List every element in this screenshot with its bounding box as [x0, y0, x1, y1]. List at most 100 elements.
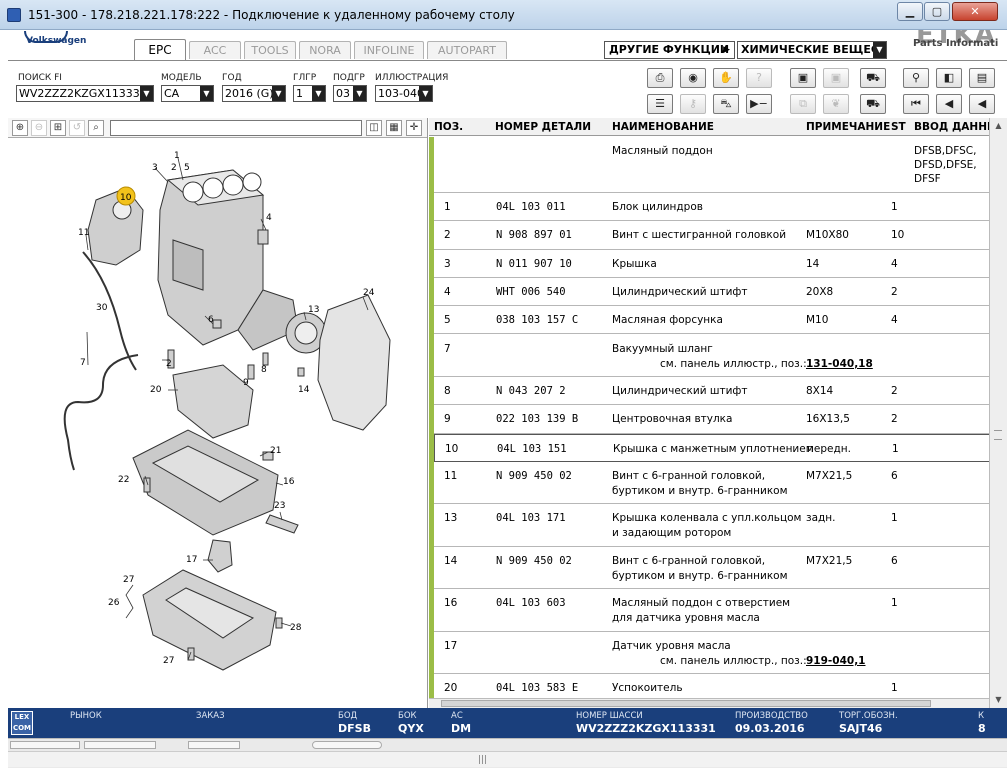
scroll-thumb[interactable]: [441, 700, 931, 707]
col-note[interactable]: ПРИМЕЧАНИЕ: [806, 121, 890, 133]
tab-tools[interactable]: TOOLS: [244, 41, 296, 59]
pin-button[interactable]: ⚲: [903, 68, 929, 88]
illustration-search-field[interactable]: [110, 120, 362, 136]
main-group-select[interactable]: 1 ▼: [293, 85, 326, 102]
col-pos[interactable]: ПОЗ.: [434, 121, 463, 133]
table-row[interactable]: 9 022 103 139 B Центровочная втулка 16X13,5…: [434, 405, 997, 434]
view-split-icon[interactable]: ◫: [366, 120, 382, 136]
chemicals-select[interactable]: ХИМИЧЕСКИЕ ВЕЩЕС ▼: [737, 41, 887, 59]
handshake-button[interactable]: ✋: [713, 68, 739, 88]
back-button[interactable]: ◀: [969, 94, 995, 114]
leaf-button[interactable]: ❦: [823, 94, 849, 114]
zoom-in-icon[interactable]: ⊕: [12, 120, 28, 136]
table-row[interactable]: 5 038 103 157 C Масляная форсунка M10 4: [434, 306, 997, 335]
model-select[interactable]: CA ▼: [161, 85, 214, 102]
tab-autopart[interactable]: AUTOPART: [427, 41, 507, 59]
table-row[interactable]: 14 N 909 450 02 Винт с 6-гранной головкой,…: [434, 547, 997, 590]
tab-nora[interactable]: NORA: [299, 41, 351, 59]
tab-infoline[interactable]: INFOLINE: [354, 41, 424, 59]
scroll-up-icon[interactable]: ▲: [990, 118, 1007, 134]
sub-group-select[interactable]: 03 ▼: [333, 85, 367, 102]
table-header: ПОЗ. НОМЕР ДЕТАЛИ НАИМЕНОВАНИЕ ПРИМЕЧАНИ…: [429, 118, 997, 136]
help-button[interactable]: ?: [746, 68, 772, 88]
zoom-area-icon[interactable]: ⊞: [50, 120, 66, 136]
key-button[interactable]: ⚷: [680, 94, 706, 114]
dropdown-arrow-icon[interactable]: ▼: [140, 86, 153, 101]
dropdown-arrow-icon[interactable]: ▼: [272, 86, 285, 101]
camera-button[interactable]: ◉: [680, 68, 706, 88]
cell-name: Винт с 6-гранной головкой,: [612, 554, 766, 567]
search-input[interactable]: WV2ZZZ2KZGX113331 ▼: [16, 85, 154, 102]
table-row[interactable]: 20 04L 103 583 E Успокоитель 1: [434, 674, 997, 691]
col-part-number[interactable]: НОМЕР ДЕТАЛИ: [495, 121, 591, 133]
table-row[interactable]: 10 04L 103 151 Крышка с манжетным уплотнен…: [434, 433, 997, 462]
cart-bottom-button[interactable]: ⛟: [860, 94, 886, 114]
table-row[interactable]: 13 04L 103 171 Крышка коленвала с упл.коль…: [434, 504, 997, 547]
cell-note: 16X13,5: [806, 413, 850, 426]
dropdown-arrow-icon[interactable]: ▼: [353, 86, 366, 101]
page-button[interactable]: ◧: [936, 68, 962, 88]
zoom-reset-icon[interactable]: ↺: [69, 120, 85, 136]
table-row[interactable]: 16 04L 103 603 Масляный поддон с отверстие…: [434, 589, 997, 632]
table-row[interactable]: 7 Вакуумный шланг см. панель иллюстр., поз…: [434, 335, 997, 377]
table-row[interactable]: 17 Датчик уровня масла см. панель иллюстр.…: [434, 632, 997, 675]
cell-name-line2: буртиком и внутр. 6-гранником: [612, 569, 788, 582]
col-st[interactable]: ST: [891, 121, 906, 133]
etka-app: Volkswagen EPC ACC TOOLS NORA INFOLINE A…: [8, 30, 1007, 768]
cart-top-button[interactable]: ⛟: [860, 68, 886, 88]
elsa-button[interactable]: ▣: [790, 68, 816, 88]
tab-acc[interactable]: ACC: [189, 41, 241, 59]
car-button[interactable]: ⛍: [713, 94, 739, 114]
cell-link[interactable]: 919-040,1: [806, 654, 866, 669]
dropdown-arrow-icon[interactable]: ▼: [419, 86, 432, 101]
cell-pos: 10: [445, 442, 459, 455]
cell-link[interactable]: 131-040,18: [806, 357, 873, 372]
view-cross-icon[interactable]: ✛: [406, 120, 422, 136]
horizontal-scrollbar[interactable]: [429, 698, 997, 708]
cell-name: Блок цилиндров: [612, 201, 703, 213]
minimize-button[interactable]: ▁: [897, 2, 923, 21]
dropdown-arrow-icon[interactable]: ▼: [200, 86, 213, 101]
copy-button[interactable]: ⧉: [790, 94, 816, 114]
zoom-out-icon[interactable]: ⊖: [31, 120, 47, 136]
table-row[interactable]: 11 N 909 450 02 Винт с 6-гранной головкой,…: [434, 462, 997, 505]
arrow-line-button[interactable]: ▶−: [746, 94, 772, 114]
col-input[interactable]: ВВОД ДАННЫХ: [914, 121, 997, 133]
first-button[interactable]: ⏮: [903, 94, 929, 114]
page-next-button[interactable]: ▤: [969, 68, 995, 88]
view-grid-icon[interactable]: ▦: [386, 120, 402, 136]
window-titlebar[interactable]: 151-300 - 178.218.221.178:222 - Подключе…: [0, 0, 1007, 30]
etka-logo: ETKA Parts Informati: [913, 30, 1007, 60]
table-row[interactable]: Масляный поддон DFSB,DFSC, DFSD,DFSE, DFSF: [434, 137, 997, 193]
table-row[interactable]: 8 N 043 207 2 Цилиндрический штифт 8X14 2: [434, 377, 997, 406]
illustration-select[interactable]: 103-040 ▼: [375, 85, 433, 102]
scroll-down-icon[interactable]: ▼: [990, 692, 1007, 708]
callout-2: 2: [171, 163, 177, 173]
exploded-diagram[interactable]: 10 1 3 2 5 4 11 30 6 24 13 8 9 14 2 7 20: [8, 140, 428, 706]
scroll-grip[interactable]: [994, 430, 1002, 440]
search-value: WV2ZZZ2KZGX113331: [19, 87, 147, 100]
col-name[interactable]: НАИМЕНОВАНИЕ: [612, 121, 714, 133]
table-row[interactable]: 2 N 908 897 01 Винт с шестигранной головко…: [434, 221, 997, 250]
other-functions-button[interactable]: ДРУГИЕ ФУНКЦИИ ▶: [604, 41, 735, 59]
prev-button[interactable]: ◀: [936, 94, 962, 114]
dsr-button[interactable]: ▣: [823, 68, 849, 88]
print-button[interactable]: ⎙: [647, 68, 673, 88]
scroll-grip[interactable]: |||: [478, 755, 487, 765]
table-row[interactable]: 4 WHT 006 540 Цилиндрический штифт 20X8 2: [434, 278, 997, 307]
tab-epc[interactable]: EPC: [134, 39, 186, 60]
table-row[interactable]: 3 N 011 907 10 Крышка 14 4: [434, 250, 997, 278]
other-functions-label: ДРУГИЕ ФУНКЦИИ: [609, 43, 730, 56]
model-value: CA: [164, 87, 180, 100]
table-row[interactable]: 1 04L 103 011 Блок цилиндров 1: [434, 193, 997, 222]
year-select[interactable]: 2016 (G) ▼: [222, 85, 286, 102]
bottom-horizontal-scrollbar[interactable]: |||: [8, 751, 1007, 767]
list-button[interactable]: ☰: [647, 94, 673, 114]
dropdown-arrow-icon[interactable]: ▼: [312, 86, 325, 101]
maximize-button[interactable]: ▢: [924, 2, 950, 21]
magnifier-icon[interactable]: ⌕: [88, 120, 104, 136]
dropdown-arrow-icon[interactable]: ▼: [873, 42, 886, 58]
tab-divider: [8, 60, 1007, 61]
vertical-scrollbar[interactable]: ▲ ▼: [989, 118, 1007, 708]
close-button[interactable]: ✕: [952, 2, 998, 21]
